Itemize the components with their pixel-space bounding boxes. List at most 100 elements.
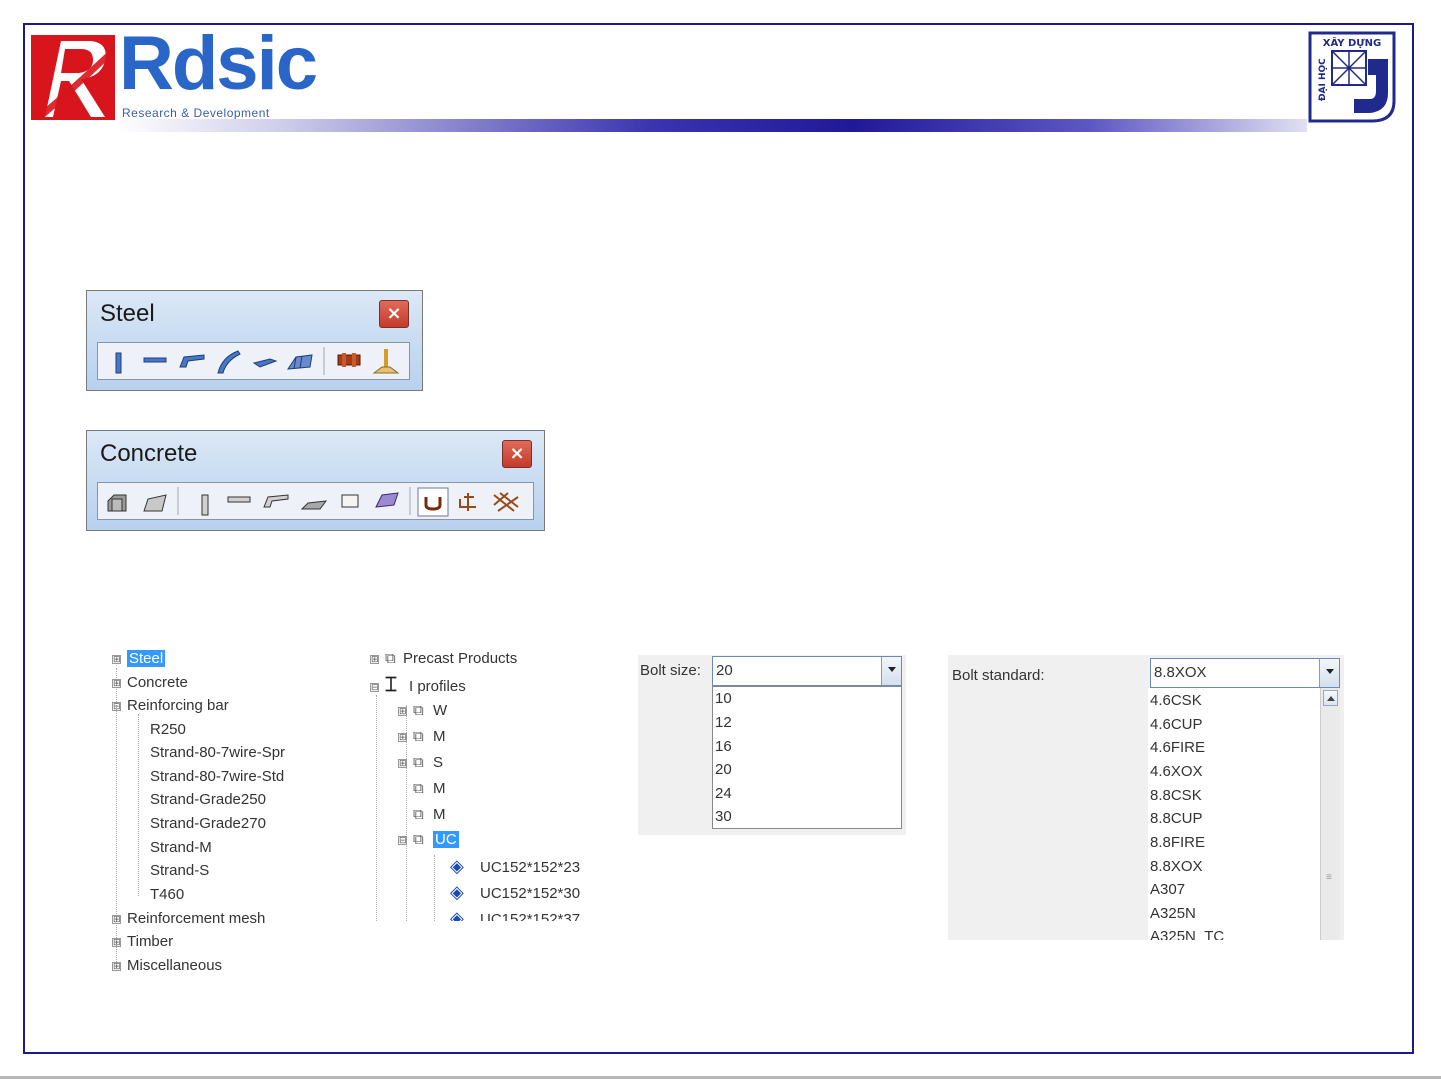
profile-folder-icon: ⧉ — [385, 650, 396, 667]
panel-icon[interactable] — [341, 494, 359, 508]
collapse-icon[interactable]: ⊟ — [398, 835, 407, 845]
concrete-beam-icon[interactable] — [227, 496, 251, 503]
bolt-size-option[interactable]: 10 — [715, 688, 732, 710]
tree-node-label: UC — [433, 831, 459, 848]
bolt-standard-option[interactable]: 8.8CUP — [1150, 808, 1203, 830]
weld-icon[interactable] — [372, 349, 400, 374]
bolt-standard-scrollbar[interactable]: ≡ — [1320, 688, 1340, 940]
tree-node-reinforcement-mesh[interactable]: ⊞ Reinforcement mesh — [112, 909, 265, 929]
expand-icon[interactable]: ⊞ — [370, 654, 379, 664]
beam-icon[interactable] — [143, 357, 167, 363]
tree-leaf-strand-80-std[interactable]: Strand-80-7wire-Std — [150, 767, 284, 787]
bolt-size-option[interactable]: 24 — [715, 783, 732, 805]
expand-icon[interactable]: ⊞ — [398, 732, 407, 742]
tree-node-m[interactable]: ⊞ ⧉ M — [398, 727, 446, 747]
tree-leaf-strand-80-spr[interactable]: Strand-80-7wire-Spr — [150, 743, 285, 763]
tree-guide-line — [376, 695, 377, 921]
bolt-size-option[interactable]: 30 — [715, 806, 732, 828]
bolt-standard-option[interactable]: 8.8XOX — [1150, 856, 1203, 878]
bolt-standard-option[interactable]: 4.6FIRE — [1150, 737, 1205, 759]
tree-leaf-strand-grade250[interactable]: Strand-Grade250 — [150, 790, 266, 810]
tree-node-label: S — [433, 754, 444, 771]
bolt-size-option[interactable]: 12 — [715, 712, 732, 734]
material-tree: ⊞ Steel ⊞ Concrete ⊟ Reinforcing bar R250 S… — [112, 648, 322, 978]
slab-icon[interactable] — [300, 500, 328, 510]
collapse-icon[interactable]: ⊟ — [370, 682, 379, 692]
tree-leaf-strand-grade270[interactable]: Strand-Grade270 — [150, 814, 266, 834]
tree-node-label: Timber — [127, 933, 174, 950]
contour-panel-icon[interactable] — [375, 492, 399, 508]
bolt-standard-select[interactable]: 8.8XOX — [1150, 658, 1340, 688]
strip-footing-icon[interactable] — [143, 494, 167, 512]
expand-icon[interactable]: ⊞ — [398, 706, 407, 716]
tree-node-miscellaneous[interactable]: ⊞ Miscellaneous — [112, 956, 222, 976]
tree-leaf-uc-37[interactable]: ◈ UC152*152*37 — [450, 908, 580, 921]
tree-node-precast-products[interactable]: ⊞ ⧉ Precast Products — [370, 649, 517, 669]
tree-node-reinforcing-bar[interactable]: ⊟ Reinforcing bar — [112, 696, 229, 716]
tree-leaf-uc-23[interactable]: ◈ UC152*152*23 — [450, 856, 580, 876]
expand-icon[interactable]: ⊞ — [112, 678, 121, 688]
concrete-toolbar: Concrete × — [86, 430, 545, 531]
tree-node-uc[interactable]: ⊟ ⧉ UC — [398, 830, 459, 850]
expand-icon[interactable]: ⊞ — [112, 961, 121, 971]
tree-node-label: Reinforcing bar — [127, 697, 229, 714]
profile-folder-icon: ⧉ — [413, 702, 424, 719]
tree-node-s[interactable]: ⊞ ⧉ S — [398, 753, 443, 773]
header-gradient-bar — [115, 119, 1307, 132]
tree-leaf-strand-m[interactable]: Strand-M — [150, 838, 212, 858]
chevron-down-icon[interactable] — [881, 657, 901, 685]
column-icon[interactable] — [115, 352, 122, 374]
expand-icon[interactable]: ⊞ — [112, 937, 121, 947]
bolt-standard-option[interactable]: 8.8CSK — [1150, 785, 1202, 807]
bolt-standard-option[interactable]: A325N — [1150, 903, 1196, 925]
expand-icon[interactable]: ⊞ — [112, 654, 121, 664]
pad-footing-icon[interactable] — [107, 494, 127, 512]
bolt-standard-option[interactable]: A325N_TC — [1150, 926, 1224, 940]
tree-leaf-t460[interactable]: T460 — [150, 885, 184, 905]
tree-node-steel[interactable]: ⊞ Steel — [112, 649, 166, 669]
bolt-standard-option[interactable]: 4.6CSK — [1150, 690, 1202, 712]
expand-icon[interactable]: ⊞ — [398, 758, 407, 768]
rebar-mesh-icon[interactable] — [493, 492, 519, 512]
bolt-icon[interactable] — [337, 353, 361, 367]
tree-node-i-profiles[interactable]: ⊟ ⌶ I profiles — [370, 675, 466, 695]
tree-node-m[interactable]: ⧉ M — [413, 805, 446, 825]
bottom-divider — [0, 1076, 1441, 1079]
steel-toolbar-close-button[interactable]: × — [379, 300, 409, 328]
bolt-size-value: 20 — [716, 662, 733, 679]
scroll-grip-icon[interactable]: ≡ — [1326, 873, 1335, 883]
folded-plate-icon[interactable] — [287, 354, 313, 370]
bolt-standard-option[interactable]: 8.8FIRE — [1150, 832, 1205, 854]
chevron-down-icon[interactable] — [1319, 659, 1339, 687]
contour-plate-icon[interactable] — [252, 358, 278, 368]
tree-leaf-strand-s[interactable]: Strand-S — [150, 861, 209, 881]
rebar-icon[interactable] — [417, 487, 449, 517]
tree-node-m[interactable]: ⧉ M — [413, 779, 446, 799]
bolt-standard-option[interactable]: 4.6CUP — [1150, 714, 1203, 736]
expand-icon[interactable]: ⊞ — [112, 914, 121, 924]
tree-leaf-uc-30[interactable]: ◈ UC152*152*30 — [450, 882, 580, 902]
concrete-toolbar-close-button[interactable]: × — [502, 440, 532, 468]
tree-guide-line — [434, 855, 435, 921]
tree-node-label: Steel — [127, 650, 166, 667]
steel-toolbar-title: Steel — [100, 300, 155, 327]
profile-cube-icon: ◈ — [450, 882, 464, 902]
bolt-size-option[interactable]: 20 — [715, 759, 732, 781]
rebar-group-icon[interactable] — [459, 493, 476, 511]
scroll-up-icon[interactable] — [1323, 690, 1338, 706]
tree-leaf-r250[interactable]: R250 — [150, 720, 186, 740]
concrete-polybeam-icon[interactable] — [263, 494, 289, 508]
polybeam-icon[interactable] — [179, 354, 205, 368]
concrete-column-icon[interactable] — [201, 494, 209, 516]
tree-node-label: M — [433, 728, 446, 745]
bolt-standard-option[interactable]: A307 — [1150, 879, 1185, 901]
curved-beam-icon[interactable] — [217, 350, 241, 374]
collapse-icon[interactable]: ⊟ — [112, 701, 121, 711]
tree-node-concrete[interactable]: ⊞ Concrete — [112, 673, 188, 693]
bolt-size-select[interactable]: 20 — [712, 656, 902, 686]
tree-node-timber[interactable]: ⊞ Timber — [112, 932, 173, 952]
tree-node-w[interactable]: ⊞ ⧉ W — [398, 701, 447, 721]
bolt-standard-option[interactable]: 4.6XOX — [1150, 761, 1203, 783]
bolt-size-option[interactable]: 16 — [715, 736, 732, 758]
profile-folder-icon: ⧉ — [413, 831, 424, 848]
